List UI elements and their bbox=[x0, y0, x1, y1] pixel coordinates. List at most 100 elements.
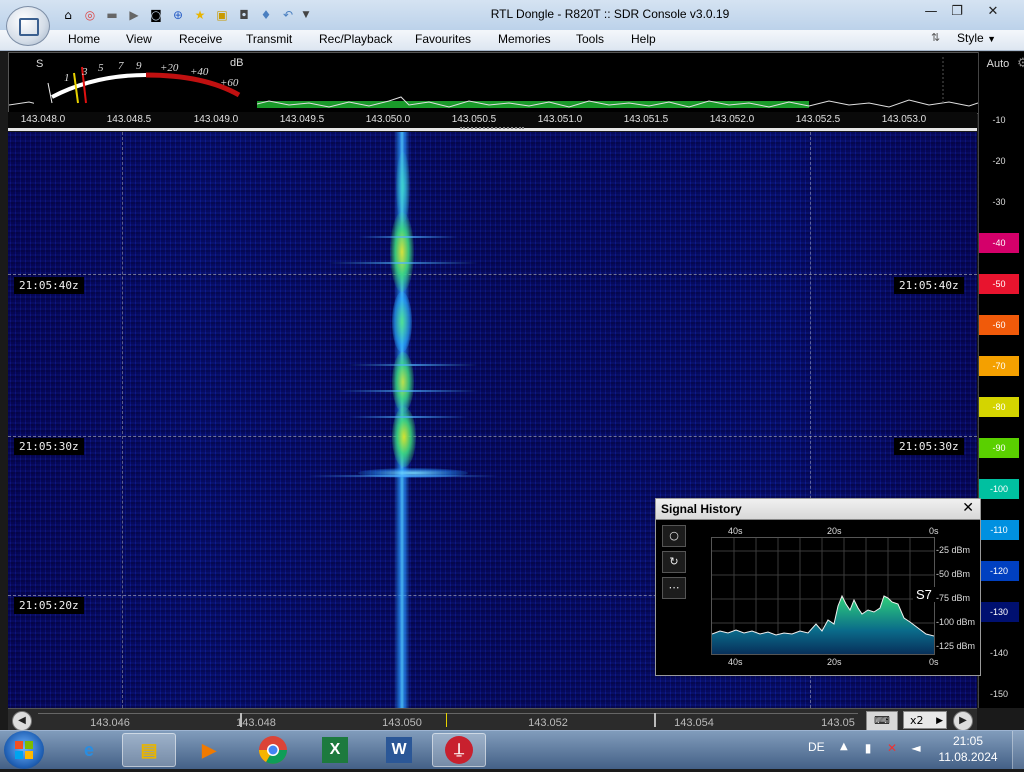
maximize-icon[interactable]: ❐ bbox=[944, 2, 970, 22]
signal-peak bbox=[392, 352, 414, 412]
db-tick: -150 bbox=[989, 689, 1008, 699]
qat-dropdown-icon[interactable]: ▼ bbox=[298, 7, 314, 23]
hist-bottom-axis: 40s bbox=[728, 657, 743, 667]
s-reading: S7 bbox=[913, 587, 935, 602]
scroll-right-icon[interactable]: ▶ bbox=[953, 711, 973, 731]
s-scale-5: 5 bbox=[98, 62, 104, 74]
s-scale-9: 9 bbox=[136, 60, 142, 72]
close-icon[interactable]: ✕ bbox=[962, 500, 974, 516]
style-dropdown[interactable]: Style ▼ bbox=[957, 31, 996, 45]
close-icon[interactable]: ✕ bbox=[980, 2, 1006, 22]
camera-icon[interactable]: ◘ bbox=[236, 7, 252, 23]
chrome-icon[interactable] bbox=[246, 733, 300, 767]
dbm-label: -100 dBm bbox=[936, 617, 976, 627]
timeline-label: 143.046 bbox=[90, 717, 130, 729]
grid-line-horizontal bbox=[8, 436, 977, 437]
db-tick: -60 bbox=[979, 315, 1019, 335]
spectrum-display[interactable]: S dB 1 3 5 7 9 +20 +40 +60 bbox=[8, 52, 979, 114]
internet-explorer-icon[interactable]: e bbox=[62, 733, 116, 767]
menu-receive[interactable]: Receive bbox=[179, 32, 222, 46]
folder-icon[interactable]: ▬ bbox=[104, 7, 120, 23]
signal-peak bbox=[392, 292, 412, 352]
language-indicator[interactable]: DE bbox=[808, 740, 825, 754]
timeline-label: 143.054 bbox=[674, 717, 714, 729]
db-tick: -80 bbox=[979, 397, 1019, 417]
db-tick: -130 bbox=[979, 602, 1019, 622]
timeline-label: 143.05 bbox=[821, 717, 855, 729]
freq-tick: 143.050.0 bbox=[365, 114, 411, 125]
timeline-window[interactable] bbox=[240, 713, 656, 727]
media-player-icon[interactable]: ▶ bbox=[182, 733, 236, 767]
word-icon[interactable]: W bbox=[372, 733, 426, 767]
stop-icon[interactable]: ◙ bbox=[148, 7, 164, 23]
signal-peak bbox=[396, 152, 410, 222]
db-scale-40: +40 bbox=[190, 66, 209, 78]
app-menu-button[interactable] bbox=[6, 6, 50, 46]
frequency-scrollbar[interactable]: ◀ 143.046 143.048 143.050 143.052 143.05… bbox=[8, 708, 977, 731]
start-button[interactable] bbox=[4, 731, 44, 769]
db-tick: -40 bbox=[979, 233, 1019, 253]
chrome-logo bbox=[259, 736, 287, 764]
excel-icon[interactable]: X bbox=[308, 733, 362, 767]
menu-help[interactable]: Help bbox=[631, 32, 656, 46]
history-area bbox=[712, 596, 934, 654]
db-tick: -20 bbox=[992, 156, 1006, 166]
windows-explorer-icon[interactable]: ▤ bbox=[122, 733, 176, 767]
tray-expand-icon[interactable]: ▲ bbox=[840, 741, 848, 752]
device-icon[interactable]: ▮ bbox=[860, 740, 876, 756]
grid-line-horizontal bbox=[8, 274, 977, 275]
signal-history-titlebar[interactable]: Signal History ✕ bbox=[656, 499, 980, 520]
add-icon[interactable]: ⊕ bbox=[170, 7, 186, 23]
menu-view[interactable]: View bbox=[126, 32, 152, 46]
home-icon[interactable]: ⌂ bbox=[60, 7, 76, 23]
signal-streak bbox=[348, 364, 478, 366]
db-tick: -110 bbox=[979, 520, 1019, 540]
clock-date[interactable]: 11.08.2024 bbox=[936, 750, 1000, 764]
record-icon[interactable]: ○ bbox=[662, 525, 686, 547]
drop-icon[interactable]: ♦ bbox=[258, 7, 274, 23]
hist-bottom-axis: 0s bbox=[929, 657, 939, 667]
auto-button[interactable]: Auto bbox=[979, 58, 1017, 70]
refresh-icon[interactable]: ↻ bbox=[662, 551, 686, 573]
sdr-console-icon[interactable]: ⍊ bbox=[432, 733, 486, 767]
db-tick: -90 bbox=[979, 438, 1019, 458]
menu-tools[interactable]: Tools bbox=[576, 32, 604, 46]
scroll-left-icon[interactable]: ◀ bbox=[12, 711, 32, 731]
lock-icon[interactable]: ▣ bbox=[214, 7, 230, 23]
menu-home[interactable]: Home bbox=[68, 32, 100, 46]
dbm-label: -75 dBm bbox=[936, 593, 971, 603]
menu-favourites[interactable]: Favourites bbox=[415, 32, 471, 46]
menu-memories[interactable]: Memories bbox=[498, 32, 551, 46]
volume-icon[interactable]: ◄ bbox=[908, 740, 924, 756]
menu-recplayback[interactable]: Rec/Playback bbox=[319, 32, 392, 46]
freq-tick: 143.049.5 bbox=[279, 114, 325, 125]
gear-icon[interactable]: ⚙ bbox=[1017, 56, 1024, 72]
taskbar: e ▤ ▶ X W ⍊ DE ▲ ▮ ✕ ◄ 21:05 11.08.2024 bbox=[0, 730, 1024, 769]
keyboard-icon[interactable]: ⌨ bbox=[866, 711, 898, 731]
title-bar: ⌂ ◎ ▬ ▶ ◙ ⊕ ★ ▣ ◘ ♦ ↶ ▼ RTL Dongle - R82… bbox=[0, 0, 1024, 31]
play-icon[interactable]: ▶ bbox=[126, 7, 142, 23]
s-scale-3: 3 bbox=[81, 66, 88, 78]
lifebuoy-icon[interactable]: ◎ bbox=[82, 7, 98, 23]
zoom-selector[interactable]: x2 ▶ bbox=[903, 711, 947, 729]
signal-history-window: Signal History ✕ ○ ↻ ⋯ 40s 20s 0s -25 dB… bbox=[655, 498, 981, 676]
undo-icon[interactable]: ↶ bbox=[280, 7, 296, 23]
signal-streak bbox=[328, 262, 478, 264]
star-icon[interactable]: ★ bbox=[192, 7, 208, 23]
word-logo: W bbox=[386, 737, 412, 763]
network-icon[interactable]: ✕ bbox=[884, 740, 900, 756]
scroll-grip[interactable] bbox=[460, 127, 524, 129]
hist-top-axis: 40s bbox=[728, 526, 743, 536]
freq-tick: 143.053.0 bbox=[881, 114, 927, 125]
menu-transmit[interactable]: Transmit bbox=[246, 32, 292, 46]
style-icon: ⇅ bbox=[931, 31, 941, 44]
freq-tick: 143.052.5 bbox=[795, 114, 841, 125]
minimize-icon[interactable]: — bbox=[918, 2, 944, 22]
show-desktop-button[interactable] bbox=[1012, 731, 1024, 769]
more-icon[interactable]: ⋯ bbox=[662, 577, 686, 599]
chevron-right-icon: ▶ bbox=[936, 716, 943, 726]
s-meter-s-label: S bbox=[36, 58, 43, 70]
db-scale-20: +20 bbox=[160, 62, 179, 74]
time-label-left: 21:05:30z bbox=[14, 438, 84, 455]
clock-time[interactable]: 21:05 bbox=[942, 734, 994, 748]
